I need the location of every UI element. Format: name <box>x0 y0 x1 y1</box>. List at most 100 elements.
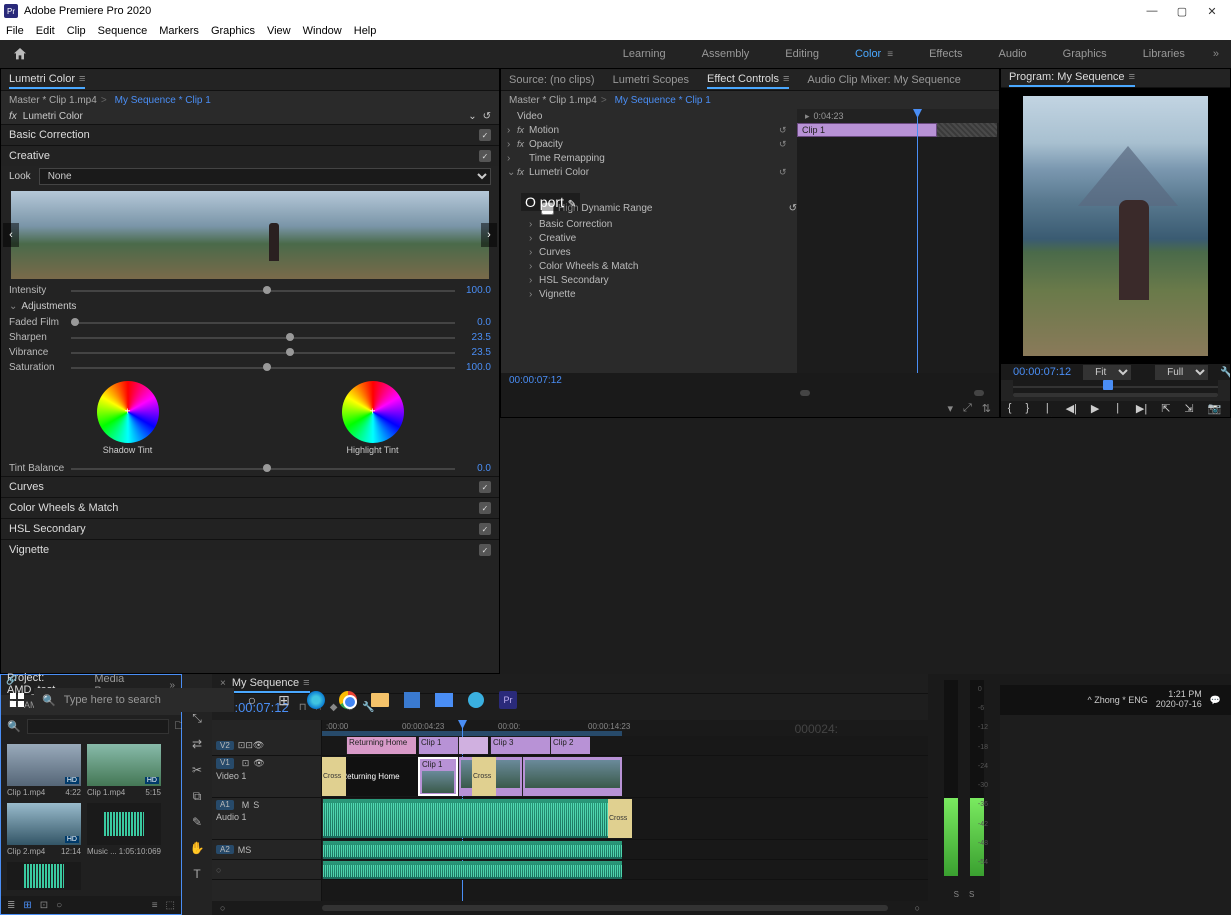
project-audio-clip[interactable] <box>7 862 81 890</box>
ec-timecode[interactable]: 00:00:07:12 <box>509 375 562 386</box>
eye-icon[interactable]: 👁 <box>253 740 264 751</box>
list-view-icon[interactable]: ≣ <box>7 900 15 911</box>
section-toggle-checkbox[interactable]: ✓ <box>479 150 491 162</box>
overwrite-icon[interactable]: ⇅ <box>982 402 991 415</box>
mute-button[interactable]: M <box>238 845 246 855</box>
tab-program[interactable]: Program: My Sequence≡ <box>1009 69 1135 87</box>
photos-icon[interactable] <box>462 686 490 714</box>
clip-v[interactable]: Clip 1 <box>418 737 458 754</box>
project-clip[interactable]: HDClip 1.mp44:22 <box>7 744 81 797</box>
lum-vignette[interactable]: Vignette <box>9 544 49 556</box>
go-to-out-button[interactable]: ▶| <box>1136 402 1147 416</box>
extract-button[interactable]: ⇲ <box>1184 402 1193 416</box>
faded-film-value[interactable]: 0.0 <box>461 317 491 328</box>
tray-input-indicator[interactable]: ^ Zhong * ENG <box>1087 695 1147 705</box>
tab-lumetri-color[interactable]: Lumetri Color≡ <box>9 71 85 89</box>
step-forward-button[interactable]: |▶ <box>1113 402 1121 416</box>
mail-icon[interactable] <box>430 686 458 714</box>
track-v2-header[interactable]: V2 <box>216 741 234 750</box>
workspace-editing[interactable]: Editing <box>767 40 837 68</box>
panel-menu-icon[interactable]: ≡ <box>1129 71 1135 83</box>
tint-balance-slider[interactable] <box>71 468 455 470</box>
panel-menu-icon[interactable]: ≡ <box>783 73 789 85</box>
saturation-value[interactable]: 100.0 <box>461 362 491 373</box>
home-icon[interactable] <box>12 46 30 62</box>
premiere-taskbar-icon[interactable]: Pr <box>494 686 522 714</box>
cross-dissolve[interactable]: Cross <box>322 757 346 796</box>
ec-clip-bar[interactable]: Clip 1 <box>797 123 937 137</box>
workspace-color[interactable]: Color≡ <box>837 40 911 68</box>
section-toggle-checkbox[interactable]: ✓ <box>479 481 491 493</box>
icon-view-icon[interactable]: ⊞ <box>23 900 31 911</box>
settings-wrench-icon[interactable]: 🔧 <box>1220 366 1231 379</box>
menu-sequence[interactable]: Sequence <box>98 25 148 37</box>
mark-in-button[interactable]: { <box>1008 402 1012 416</box>
track-a3-row[interactable] <box>322 860 928 880</box>
go-to-in-button[interactable]: |◀ <box>1043 402 1051 416</box>
scrollbar-thumb[interactable] <box>974 390 984 396</box>
cortana-icon[interactable]: ○ <box>238 686 266 714</box>
sharpen-value[interactable]: 23.5 <box>461 332 491 343</box>
saturation-slider[interactable] <box>71 367 455 369</box>
ripple-icon[interactable]: ⤢ <box>963 402 972 415</box>
mute-icon[interactable]: ⊡ <box>238 740 246 751</box>
section-toggle-checkbox[interactable]: ✓ <box>479 523 491 535</box>
chevron-down-icon[interactable]: ⌄ <box>468 111 476 122</box>
hand-tool[interactable]: ✋ <box>189 840 205 856</box>
workspace-effects[interactable]: Effects <box>911 40 980 68</box>
menu-file[interactable]: File <box>6 25 24 37</box>
reset-icon[interactable]: ↺ <box>779 167 791 178</box>
menu-edit[interactable]: Edit <box>36 25 55 37</box>
clip-selected[interactable]: Clip 1 <box>418 757 458 796</box>
sort-icon[interactable]: ≡ <box>152 900 158 911</box>
ruler-arrow-icon[interactable]: ▸ <box>805 111 810 122</box>
taskbar-clock[interactable]: 1:21 PM2020-07-16 <box>1156 690 1202 710</box>
tint-balance-value[interactable]: 0.0 <box>461 463 491 474</box>
pen-tool[interactable]: ✎ <box>189 814 205 830</box>
filter-icon[interactable]: ▾ <box>947 402 953 415</box>
ec-motion[interactable]: Motion <box>529 125 779 136</box>
lift-button[interactable]: ⇱ <box>1161 402 1170 416</box>
tab-source[interactable]: Source: (no clips) <box>509 72 595 88</box>
microsoft-store-icon[interactable] <box>398 686 426 714</box>
play-button[interactable]: ▶ <box>1091 402 1099 416</box>
solo-button[interactable]: S <box>245 845 251 855</box>
mark-out-button[interactable]: } <box>1025 402 1029 416</box>
menu-help[interactable]: Help <box>354 25 377 37</box>
notifications-icon[interactable]: 💬 <box>1210 695 1221 706</box>
shadow-tint-wheel[interactable] <box>97 381 159 443</box>
chrome-icon[interactable] <box>334 686 362 714</box>
clip-v[interactable]: Clip 2 <box>550 737 590 754</box>
track-v2-row[interactable]: Returning Home Clip 1 Clip 3 Clip 2 <box>322 736 928 756</box>
workspace-audio[interactable]: Audio <box>981 40 1045 68</box>
lock-icon[interactable]: ⊡ <box>245 740 253 751</box>
workspace-menu-icon[interactable]: ≡ <box>887 49 893 60</box>
solo-button[interactable]: S <box>969 890 974 899</box>
edge-icon[interactable] <box>302 686 330 714</box>
program-scrubber[interactable] <box>1013 380 1218 390</box>
section-toggle-checkbox[interactable]: ✓ <box>479 544 491 556</box>
menu-view[interactable]: View <box>267 25 291 37</box>
zoom-fit-select[interactable]: Fit <box>1083 365 1131 380</box>
ec-creative[interactable]: Creative <box>539 233 791 244</box>
section-toggle-checkbox[interactable]: ✓ <box>479 502 491 514</box>
intensity-value[interactable]: 100.0 <box>461 285 491 296</box>
track-a2-row[interactable] <box>322 840 928 860</box>
scrollbar-thumb[interactable] <box>800 390 810 396</box>
lum-basic-correction[interactable]: Basic Correction <box>9 129 90 141</box>
ec-color-wheels[interactable]: Color Wheels & Match <box>539 261 791 272</box>
twirl-icon[interactable]: › <box>507 125 517 136</box>
clip-v1[interactable] <box>522 757 622 796</box>
pen-icon[interactable]: ✎ <box>568 199 576 210</box>
twirl-icon[interactable]: › <box>529 261 539 272</box>
workspace-graphics[interactable]: Graphics <box>1045 40 1125 68</box>
ec-hsl-secondary[interactable]: HSL Secondary <box>539 275 791 286</box>
ec-lumetri-color[interactable]: Lumetri Color <box>529 167 779 178</box>
resolution-select[interactable]: Full <box>1155 365 1208 380</box>
clip-v[interactable]: Clip 3 <box>490 737 550 754</box>
solo-button[interactable]: S <box>253 800 259 810</box>
audio-crossfade[interactable]: Cross <box>608 799 632 838</box>
lum-curves[interactable]: Curves <box>9 481 44 493</box>
step-back-button[interactable]: ◀| <box>1066 402 1077 416</box>
menu-graphics[interactable]: Graphics <box>211 25 255 37</box>
